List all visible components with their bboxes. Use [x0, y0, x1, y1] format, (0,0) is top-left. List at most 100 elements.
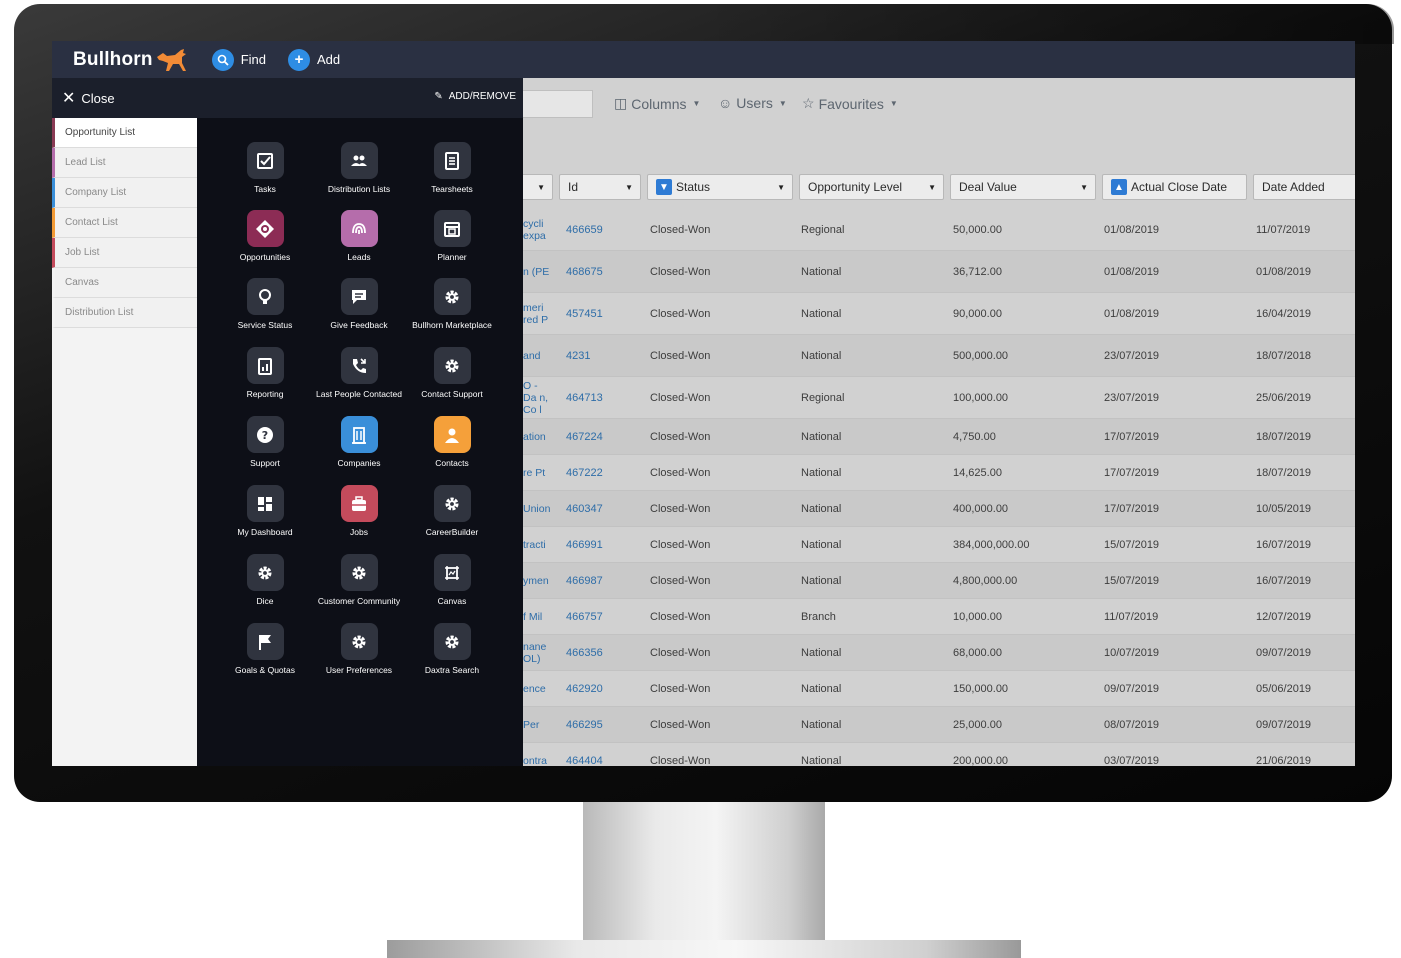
opportunity-name-cell[interactable]: re Pt: [523, 467, 553, 479]
opportunity-name-cell[interactable]: and: [523, 350, 553, 362]
app-opportunities[interactable]: Opportunities: [215, 210, 315, 262]
opportunity-level-cell: National: [801, 466, 842, 479]
users-button[interactable]: ☺ Users ▼: [718, 95, 787, 111]
opportunity-id-link[interactable]: 464404: [566, 755, 603, 767]
app-canvas[interactable]: Canvas: [402, 554, 502, 606]
opportunity-id-link[interactable]: 466757: [566, 611, 603, 623]
app-contact-support[interactable]: Contact Support: [402, 347, 502, 399]
opportunity-name-cell[interactable]: Union: [523, 503, 553, 515]
opportunity-name-cell[interactable]: ence: [523, 683, 553, 695]
column-header-id[interactable]: Id ▼: [559, 174, 641, 200]
app-user-preferences[interactable]: User Preferences: [309, 623, 409, 675]
app-companies[interactable]: Companies: [309, 416, 409, 468]
close-button[interactable]: ✕ Close: [62, 88, 115, 108]
opportunity-id-link[interactable]: 460347: [566, 503, 603, 515]
table-row[interactable]: Union 460347 Closed-Won National 400,000.00 1…: [523, 491, 1355, 527]
opportunity-id-link[interactable]: 462920: [566, 683, 603, 695]
opportunity-id-link[interactable]: 464713: [566, 392, 603, 404]
opportunity-id-link[interactable]: 468675: [566, 266, 603, 278]
column-header-status[interactable]: ▼ Status ▼: [647, 174, 793, 200]
app-tasks[interactable]: Tasks: [215, 142, 315, 194]
opportunity-id-link[interactable]: 467222: [566, 467, 603, 479]
list-item[interactable]: Canvas: [52, 268, 197, 298]
app-reporting[interactable]: Reporting: [215, 347, 315, 399]
opportunity-name-cell[interactable]: ation: [523, 431, 553, 443]
column-header-name[interactable]: ▼: [519, 174, 553, 200]
grid-search-input[interactable]: [523, 90, 593, 118]
deal-value-cell: 90,000.00: [953, 307, 1002, 320]
column-header-date-added[interactable]: Date Added: [1253, 174, 1355, 200]
app-service-status[interactable]: Service Status: [215, 278, 315, 330]
table-row[interactable]: n (PE 468675 Closed-Won National 36,712.00 01…: [523, 251, 1355, 293]
app-daxtra-search[interactable]: Daxtra Search: [402, 623, 502, 675]
table-row[interactable]: Per 466295 Closed-Won National 25,000.00 08/0…: [523, 707, 1355, 743]
app-customer-community[interactable]: Customer Community: [309, 554, 409, 606]
opportunity-id-link[interactable]: 466356: [566, 647, 603, 659]
list-item[interactable]: Contact List: [52, 208, 197, 238]
opportunity-name-cell[interactable]: O - Da n, Co l: [523, 380, 553, 416]
favourites-button[interactable]: ☆ Favourites ▼: [802, 95, 898, 112]
app-careerbuilder[interactable]: CareerBuilder: [402, 485, 502, 537]
opportunity-name-cell[interactable]: n (PE: [523, 266, 553, 278]
opportunity-name-cell[interactable]: tracti: [523, 539, 553, 551]
app-goals-quotas[interactable]: Goals & Quotas: [215, 623, 315, 675]
list-item[interactable]: Job List: [52, 238, 197, 268]
table-row[interactable]: ence 462920 Closed-Won National 150,000.00 09…: [523, 671, 1355, 707]
opportunity-level-cell: National: [801, 307, 842, 320]
app-last-people-contacted[interactable]: Last People Contacted: [309, 347, 409, 399]
opportunity-name-cell[interactable]: nane OL): [523, 641, 553, 665]
app-bullhorn-marketplace[interactable]: Bullhorn Marketplace: [402, 278, 502, 330]
opportunity-name-cell[interactable]: f Mil: [523, 611, 553, 623]
list-item[interactable]: Company List: [52, 178, 197, 208]
app-dice[interactable]: Dice: [215, 554, 315, 606]
app-contacts[interactable]: Contacts: [402, 416, 502, 468]
opportunity-id-link[interactable]: 466659: [566, 224, 603, 236]
status-cell: Closed-Won: [650, 538, 711, 551]
list-item[interactable]: Distribution List: [52, 298, 197, 328]
table-row[interactable]: O - Da n, Co l 464713 Closed-Won Regional 10…: [523, 377, 1355, 419]
opportunity-name-cell[interactable]: meri red P: [523, 302, 553, 326]
opportunity-id-link[interactable]: 466295: [566, 719, 603, 731]
opportunity-name-cell[interactable]: Per: [523, 719, 553, 731]
bullhorn-logo[interactable]: Bullhorn: [73, 47, 189, 73]
table-row[interactable]: ymen 466987 Closed-Won National 4,800,000.00…: [523, 563, 1355, 599]
app-give-feedback[interactable]: Give Feedback: [309, 278, 409, 330]
columns-button[interactable]: ◫ Columns ▼: [614, 95, 700, 112]
opportunity-id-link[interactable]: 457451: [566, 308, 603, 320]
app-distribution-lists[interactable]: Distribution Lists: [309, 142, 409, 194]
opportunity-id-link[interactable]: 466991: [566, 539, 603, 551]
table-row[interactable]: cycli expa 466659 Closed-Won Regional 50,000…: [523, 209, 1355, 251]
table-row[interactable]: and 4231 Closed-Won National 500,000.00 23/07…: [523, 335, 1355, 377]
opportunity-name-cell[interactable]: cycli expa: [523, 218, 553, 242]
list-item[interactable]: Opportunity List: [52, 118, 197, 148]
app-planner[interactable]: Planner: [402, 210, 502, 262]
column-header-actual-close-date[interactable]: ▲ Actual Close Date: [1102, 174, 1247, 200]
app-support[interactable]: ? Support: [215, 416, 315, 468]
opportunity-id-link[interactable]: 466987: [566, 575, 603, 587]
table-row[interactable]: nane OL) 466356 Closed-Won National 68,000.0…: [523, 635, 1355, 671]
opportunity-name-cell[interactable]: ontra: [523, 755, 553, 767]
opportunity-id-link[interactable]: 467224: [566, 431, 603, 443]
column-header-opportunity-level[interactable]: Opportunity Level ▼: [799, 174, 944, 200]
app-leads[interactable]: Leads: [309, 210, 409, 262]
column-header-deal-value[interactable]: Deal Value ▼: [950, 174, 1096, 200]
table-row[interactable]: f Mil 466757 Closed-Won Branch 10,000.00 11/0…: [523, 599, 1355, 635]
app-jobs[interactable]: Jobs: [309, 485, 409, 537]
opportunity-id-link[interactable]: 4231: [566, 350, 590, 362]
table-row[interactable]: ation 467224 Closed-Won National 4,750.00 17/…: [523, 419, 1355, 455]
find-button[interactable]: Find: [211, 48, 266, 71]
gear-icon: [433, 623, 471, 660]
app-my-dashboard[interactable]: My Dashboard: [215, 485, 315, 537]
table-row[interactable]: re Pt 467222 Closed-Won National 14,625.00 17…: [523, 455, 1355, 491]
table-row[interactable]: ontra 464404 Closed-Won National 200,000.00 0…: [523, 743, 1355, 767]
chat-icon: [340, 278, 378, 315]
table-row[interactable]: meri red P 457451 Closed-Won National 90,000…: [523, 293, 1355, 335]
table-row[interactable]: tracti 466991 Closed-Won National 384,000,00…: [523, 527, 1355, 563]
app-tearsheets[interactable]: Tearsheets: [402, 142, 502, 194]
status-cell: Closed-Won: [650, 466, 711, 479]
add-remove-button[interactable]: ✎ ADD/REMOVE: [434, 91, 516, 102]
list-item[interactable]: Lead List: [52, 148, 197, 178]
app-launcher: Tasks Distribution Lists Tearsheets Opportu…: [197, 118, 523, 766]
opportunity-name-cell[interactable]: ymen: [523, 575, 553, 587]
add-button[interactable]: + Add: [288, 48, 340, 71]
